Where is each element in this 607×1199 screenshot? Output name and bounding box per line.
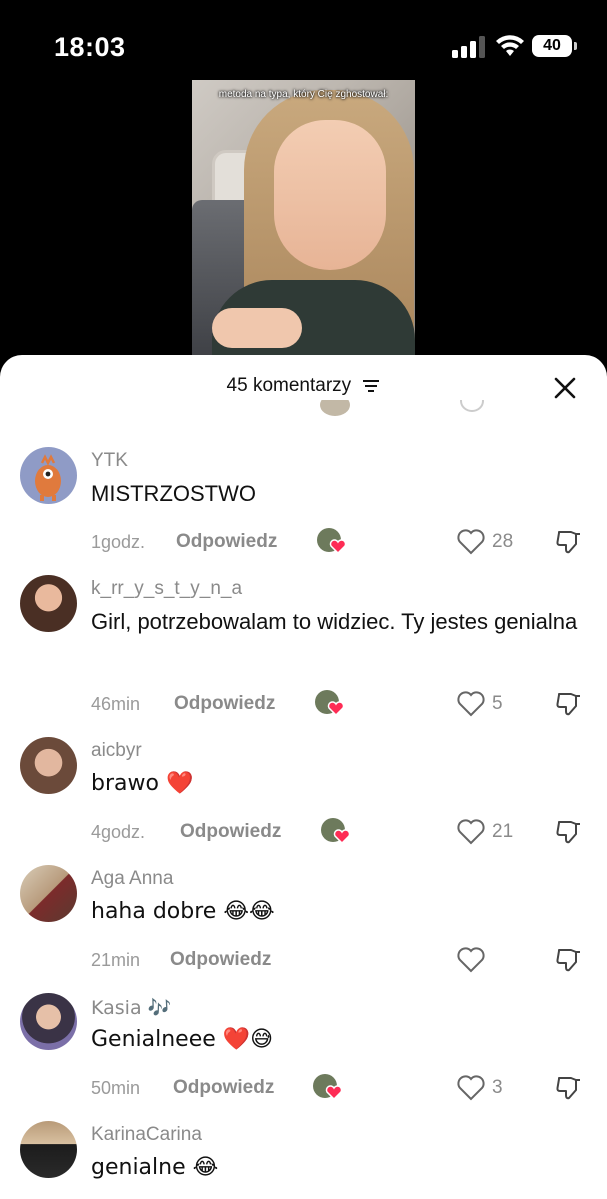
- battery-nub: [574, 42, 577, 50]
- dislike-icon[interactable]: [554, 1074, 582, 1102]
- sort-icon[interactable]: [362, 379, 380, 393]
- comment-text: Girl, potrzebowalam to widziec. Ty jeste…: [91, 609, 578, 634]
- like-count: 21: [492, 821, 514, 842]
- heart-icon: [457, 1075, 485, 1101]
- reply-button[interactable]: Odpowiedz: [180, 821, 281, 843]
- comment-time: 1godz.: [91, 532, 146, 552]
- avatar[interactable]: [20, 993, 77, 1050]
- heart-icon: [457, 947, 485, 973]
- heart-icon: [457, 529, 485, 555]
- creator-liked-icon: [313, 1074, 343, 1101]
- dislike-icon[interactable]: [554, 818, 582, 846]
- comment-username[interactable]: KarinaCarina: [91, 1124, 202, 1146]
- dislike-icon[interactable]: [554, 946, 582, 974]
- creator-liked-icon: [321, 818, 351, 845]
- comment-text: Genialneee ❤️😅: [91, 1027, 274, 1052]
- like-count: 3: [492, 1077, 503, 1098]
- comment-text: MISTRZOSTWO: [91, 481, 256, 506]
- comment-text: haha dobre 😂😂: [91, 899, 275, 924]
- partial-avatar: [320, 400, 350, 416]
- comment-username[interactable]: aicbyr: [91, 740, 142, 762]
- video-person-face: [274, 120, 386, 270]
- like-count: 28: [492, 531, 514, 552]
- dislike-icon[interactable]: [554, 690, 582, 718]
- reply-button[interactable]: Odpowiedz: [173, 1077, 274, 1099]
- avatar[interactable]: [20, 575, 77, 632]
- avatar[interactable]: [20, 447, 77, 504]
- comments-sheet: 45 komentarzy YTK MISTRZOSTWO 1godz. Odp…: [0, 355, 607, 1199]
- video-player[interactable]: metoda na typa, który Cię zghostował:: [192, 80, 415, 370]
- battery-icon: 40: [532, 35, 572, 57]
- comment-time: 50min: [91, 1078, 141, 1098]
- creator-liked-icon: [315, 690, 345, 717]
- video-caption: metoda na typa, który Cię zghostował:: [218, 89, 389, 100]
- video-person-hand: [212, 308, 302, 348]
- reply-button[interactable]: Odpowiedz: [174, 693, 275, 715]
- comment-username[interactable]: Aga Anna: [91, 868, 173, 890]
- like-button[interactable]: [456, 946, 516, 976]
- status-time: 18:03: [54, 32, 126, 62]
- comments-count: 45 komentarzy: [226, 375, 352, 396]
- heart-icon: [457, 819, 485, 845]
- heart-icon: [457, 691, 485, 717]
- reply-button[interactable]: Odpowiedz: [170, 949, 271, 971]
- like-button[interactable]: 3: [456, 1074, 516, 1104]
- comment-text: brawo ❤️: [91, 771, 194, 796]
- like-button[interactable]: 28: [456, 528, 516, 558]
- reply-button[interactable]: Odpowiedz: [176, 531, 277, 553]
- avatar[interactable]: [20, 737, 77, 794]
- comments-title[interactable]: 45 komentarzy: [0, 375, 607, 397]
- comment-time: 46min: [91, 694, 141, 714]
- comment-username[interactable]: YTK: [91, 450, 128, 472]
- comment-username[interactable]: Kasia 🎶: [91, 996, 171, 1019]
- avatar[interactable]: [20, 1121, 77, 1178]
- bird-avatar-icon: [35, 454, 61, 501]
- partial-comment-row: [0, 400, 607, 426]
- status-bar: 18:03 40: [0, 0, 607, 90]
- comment-username[interactable]: k_rr_y_s_t_y_n_a: [91, 578, 242, 600]
- creator-liked-icon: [317, 528, 347, 555]
- comment-time: 21min: [91, 950, 141, 970]
- like-button[interactable]: 21: [456, 818, 516, 848]
- close-icon[interactable]: [550, 373, 580, 403]
- comment-text: genialne 😂: [91, 1155, 219, 1180]
- partial-heart-icon: [460, 400, 484, 412]
- like-count: 5: [492, 693, 503, 714]
- comment-time: 4godz.: [91, 822, 146, 842]
- dislike-icon[interactable]: [554, 528, 582, 556]
- avatar[interactable]: [20, 865, 77, 922]
- signal-icon: [452, 36, 485, 58]
- wifi-icon: [496, 35, 524, 56]
- like-button[interactable]: 5: [456, 690, 516, 720]
